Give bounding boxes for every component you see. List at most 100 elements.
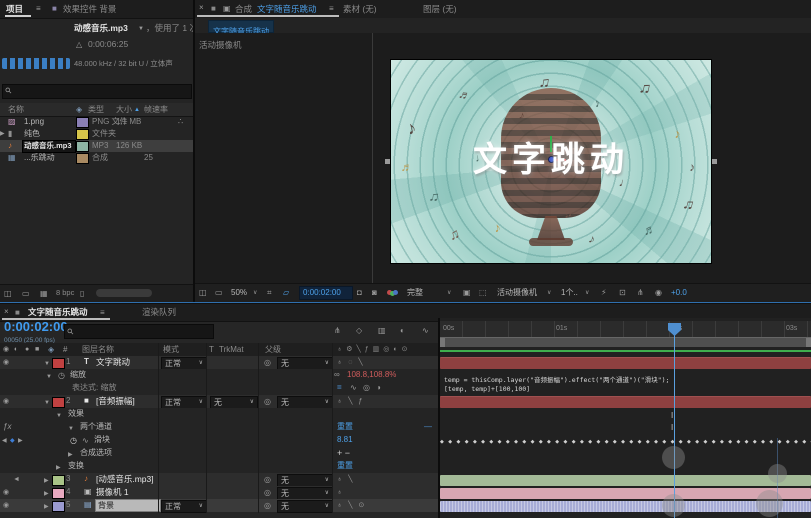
keyframe-nav-current-icon[interactable]: ◆ [10, 436, 15, 446]
property-group-comp-options[interactable]: ▶ 合成选项 + − [0, 447, 438, 460]
zoom-chevron-icon[interactable]: ∨ [253, 288, 257, 298]
close-icon[interactable]: × [4, 307, 9, 317]
bpc-label[interactable]: 8 bpc [56, 287, 74, 299]
layout-select[interactable]: 1个.. [561, 287, 578, 299]
draft-3d-icon[interactable]: ◇ [356, 326, 362, 336]
layer-name[interactable]: [动感音乐.mp3] [96, 473, 154, 485]
scrollbar-thumb[interactable] [96, 289, 152, 297]
property-row-slider[interactable]: ◀ ◆ ▶ ◷ ∿ 滑块 8.81 [0, 434, 438, 447]
graph-toggle-icon[interactable]: ∿ [82, 436, 89, 446]
layer-row-audio-amplitude[interactable]: ◉ ▼ 2 ■ [音频振幅] 正常 ∨ 无 ∨ ◎ 无 ∨ ♁╲ƒ [0, 395, 438, 409]
expander-icon[interactable]: ▶ [44, 502, 49, 512]
layer-bar-audio-amplitude[interactable] [440, 396, 811, 408]
property-label[interactable]: 滑块 [94, 434, 110, 446]
frame-blend-icon[interactable]: ▥ [378, 326, 386, 336]
tab-render-queue[interactable]: 渲染队列 [142, 306, 176, 318]
col-trkmat[interactable]: TrkMat [219, 344, 244, 356]
always-preview-icon[interactable]: ◫ [199, 288, 207, 298]
col-size[interactable]: 大小 [116, 104, 132, 116]
label-swatch[interactable] [52, 488, 65, 499]
label-column-icon[interactable]: ◈ [76, 105, 82, 115]
effect-row-both-channels[interactable]: ƒx ▼ 两个通道 重置 — [0, 421, 438, 434]
layer-switches[interactable]: ♁╲ [337, 475, 358, 485]
layer-row-music[interactable]: ◄ ▶ 3 ♪ [动感音乐.mp3] ◎ 无 ∨ ♁╲ [0, 473, 438, 487]
pickwhip-icon[interactable]: ◎ [264, 397, 271, 407]
pickwhip-icon[interactable]: ◎ [264, 501, 271, 511]
label-swatch[interactable] [52, 475, 65, 486]
layer-switches[interactable]: ♁╲ƒ [337, 397, 368, 407]
panel-menu-icon[interactable]: ≡ [36, 4, 41, 14]
label-swatch[interactable] [76, 129, 89, 140]
tab-effect-controls[interactable]: 效果控件 背景 [63, 3, 116, 15]
timeline-timecode[interactable]: 0:00:02:00 [4, 320, 68, 333]
tab-footage[interactable]: 素材 (无) [343, 3, 377, 15]
project-row[interactable]: ▨ 1.png PNG 文件 1.1 MB ∴ [0, 116, 193, 128]
layer-row-background[interactable]: ◉ ▶ 5 ▤ 背景 正常 ∨ ◎ 无 ∨ ♁╲⊙ [0, 499, 438, 513]
parent-select[interactable]: 无 ∨ [277, 500, 333, 513]
tab-comp-name[interactable]: 文字随音乐跳动 [257, 3, 317, 15]
new-folder-icon[interactable]: ▭ [22, 289, 30, 299]
expression-label[interactable]: 表达式: 缩放 [72, 382, 116, 394]
layer-name[interactable]: [音频振幅] [96, 395, 135, 407]
tab-timeline-active[interactable]: 文字随音乐跳动 [28, 306, 88, 318]
timeline-button-icon[interactable]: ⊡ [619, 288, 626, 298]
flowchart-icon[interactable]: ⋔ [637, 288, 644, 298]
label-swatch[interactable] [52, 501, 65, 512]
main-viewer-icon[interactable]: ▭ [215, 288, 223, 298]
layer-name-edit-field[interactable]: 背景 [95, 499, 161, 512]
pickwhip-icon[interactable]: ◎ [264, 358, 271, 368]
tab-layer[interactable]: 图层 (无) [423, 3, 457, 15]
layer-row-camera[interactable]: ◉ ▶ 4 ▣ 摄像机 1 ◎ 无 ∨ ♁ [0, 486, 438, 500]
comp-options-buttons[interactable]: + − [337, 447, 350, 459]
layer-name[interactable]: 摄像机 1 [96, 486, 129, 498]
viewer-canvas[interactable]: 活动摄像机 ♪ ♫ ♬ ♪ ♫ ♪ ♫ ♪ ♫ ♬ ♪ ♫ ♬ ♪ ♩ ♩ ♪ ♫ 文字跳动 [195, 33, 811, 283]
reset-link[interactable]: 重置 [337, 460, 353, 472]
snapshot-icon[interactable]: ◘ [357, 288, 362, 298]
expander-icon[interactable]: ▼ [46, 372, 52, 382]
label-swatch[interactable] [76, 117, 89, 128]
expander-icon[interactable]: ▶ [56, 463, 61, 473]
col-name[interactable]: 名称 [8, 104, 24, 116]
expander-icon[interactable]: ▶ [44, 476, 49, 486]
layer-handle-left[interactable] [385, 159, 390, 164]
expression-enable-icon[interactable]: = [337, 383, 342, 393]
work-area-bar[interactable] [440, 337, 811, 347]
eye-icon[interactable]: ◉ [3, 397, 9, 407]
viewer-timecode[interactable]: 0:00:02:00 [299, 286, 353, 300]
show-snapshot-icon[interactable]: ◙ [372, 288, 377, 298]
tab-project[interactable]: 项目 [6, 3, 23, 15]
expander-icon[interactable]: ▼ [56, 411, 62, 421]
lock-icon[interactable]: ▣ [223, 4, 231, 14]
exposure-icon[interactable]: ◉ [655, 288, 662, 298]
keyframe-nav-next-icon[interactable]: ▶ [18, 436, 23, 446]
col-rate[interactable]: 帧速率 [144, 104, 168, 116]
property-row-scale[interactable]: ▼ ◷ 缩放 ∞ 108.8,108.8% [0, 369, 438, 382]
motion-blur-icon[interactable]: ◐ [400, 326, 405, 336]
breadcrumb[interactable]: 文字随音乐跳动 [208, 20, 274, 36]
timeline-pane-splitter[interactable] [438, 318, 440, 518]
column-divider[interactable] [332, 343, 333, 513]
close-icon[interactable]: × [199, 3, 204, 13]
stopwatch-icon[interactable]: ◷ [70, 436, 77, 446]
footage-name[interactable]: 动感音乐.mp3 [74, 22, 128, 34]
channels-icon[interactable] [387, 290, 399, 296]
pickwhip-icon[interactable]: ◎ [264, 488, 271, 498]
label-swatch[interactable] [52, 397, 65, 408]
twirl-icon[interactable]: ▶ [0, 129, 5, 139]
col-mode[interactable]: 模式 [163, 344, 179, 356]
expression-graph-icon[interactable]: ∿ [350, 383, 357, 393]
col-t[interactable]: T [209, 344, 214, 356]
column-divider[interactable] [158, 343, 159, 513]
view-label[interactable]: 活动摄像机 [199, 39, 242, 51]
slider-keyframes[interactable]: ◆ ◆ ◆ ◆ ◆ ◆ ◆ ◆ ◆ ◆ ◆ ◆ ◆ ◆ ◆ ◆ ◆ ◆ ◆ ◆ … [440, 436, 811, 444]
ruler-grid-icon[interactable]: ⌗ [267, 288, 272, 298]
expression-pickwhip-icon[interactable]: ◎ [363, 383, 370, 393]
interpret-footage-icon[interactable]: ◫ [4, 289, 12, 299]
layer-name[interactable]: 文字跳动 [96, 356, 130, 368]
new-composition-icon[interactable]: ▦ [40, 289, 48, 299]
expression-language-icon[interactable]: ◑ [376, 383, 381, 393]
footage-dropdown-icon[interactable]: ▼ [138, 24, 144, 34]
timeline-menu-icon[interactable]: ≡ [100, 308, 105, 318]
layer-switches[interactable]: ♁ [337, 488, 342, 498]
exposure-value[interactable]: +0.0 [671, 287, 687, 299]
